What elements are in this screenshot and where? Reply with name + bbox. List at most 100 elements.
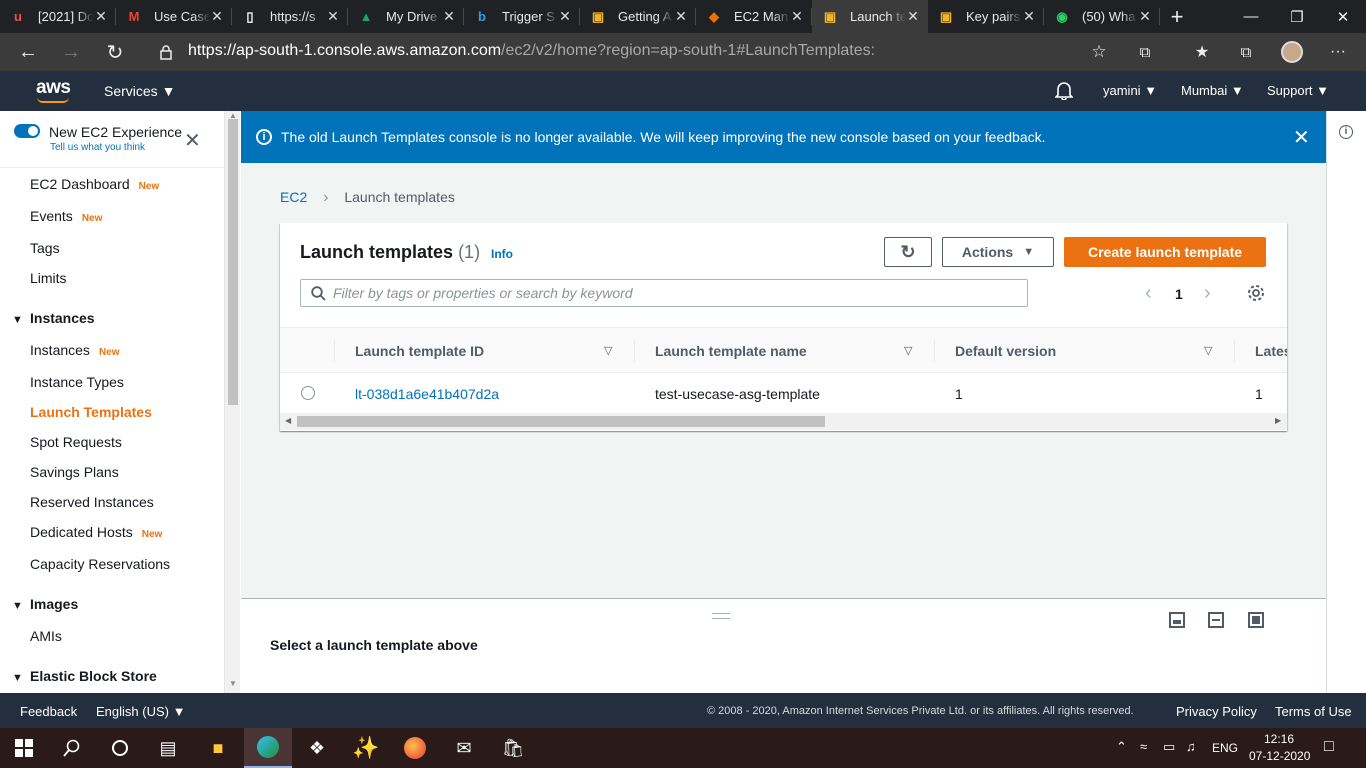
browser-tab[interactable]: ◆ EC2 Man ✕: [696, 0, 812, 33]
tray-expand-icon[interactable]: ⌃: [1116, 739, 1127, 755]
refresh-button[interactable]: ↻: [884, 237, 932, 267]
address-bar[interactable]: https://ap-south-1.console.aws.amazon.co…: [188, 42, 875, 60]
close-tab-icon[interactable]: ✕: [94, 8, 108, 25]
support-menu[interactable]: Support ▼: [1267, 83, 1329, 98]
col-header-latest-version[interactable]: Lates: [1255, 328, 1287, 374]
close-tab-icon[interactable]: ✕: [1138, 8, 1152, 25]
filter-search[interactable]: [300, 279, 1028, 307]
services-menu[interactable]: Services ▼: [104, 83, 175, 99]
browser-tab[interactable]: u [2021] Do ✕: [0, 0, 116, 33]
favorite-star-icon[interactable]: ☆: [1085, 39, 1113, 65]
page-number[interactable]: 1: [1175, 286, 1183, 302]
row-select-radio[interactable]: [301, 386, 315, 400]
gear-icon[interactable]: [1247, 284, 1265, 302]
scroll-left-icon[interactable]: ◀: [285, 416, 291, 425]
sidebar-scroll-thumb[interactable]: [228, 119, 238, 405]
sidebar-item[interactable]: Spot Requests: [30, 434, 122, 450]
restore-icon[interactable]: ❐: [1274, 0, 1320, 33]
lock-icon[interactable]: [152, 39, 180, 65]
dropbox-icon[interactable]: ❖: [293, 728, 341, 768]
volume-icon[interactable]: ♫: [1186, 739, 1196, 754]
close-window-icon[interactable]: ✕: [1320, 0, 1366, 33]
close-tab-icon[interactable]: ✕: [326, 8, 340, 25]
sidebar-item[interactable]: Limits: [30, 270, 67, 286]
firefox-icon[interactable]: [391, 728, 439, 768]
close-tab-icon[interactable]: ✕: [790, 8, 804, 25]
sidebar-item[interactable]: Savings Plans: [30, 464, 119, 480]
sort-icon[interactable]: ▽: [904, 344, 912, 357]
account-menu[interactable]: yamini ▼: [1103, 83, 1157, 98]
prev-page-icon[interactable]: ‹: [1145, 283, 1152, 303]
filter-input[interactable]: [333, 284, 1013, 302]
forward-icon[interactable]: →: [57, 39, 85, 65]
panel-bottom-icon[interactable]: [1169, 612, 1185, 628]
mail-icon[interactable]: ✉: [440, 728, 488, 768]
more-menu-icon[interactable]: ···: [1324, 39, 1352, 65]
resize-handle-icon[interactable]: [712, 613, 730, 619]
close-tab-icon[interactable]: ✕: [558, 8, 572, 25]
panel-side-icon[interactable]: [1208, 612, 1224, 628]
next-page-icon[interactable]: ›: [1204, 283, 1211, 303]
feedback-link[interactable]: Tell us what you think: [50, 142, 145, 153]
sidebar-item[interactable]: Instance Types: [30, 374, 124, 390]
file-explorer-icon[interactable]: ■: [194, 728, 242, 768]
terms-of-use-link[interactable]: Terms of Use: [1275, 704, 1352, 719]
sidebar-item[interactable]: Instances New: [30, 342, 120, 358]
close-sidebar-icon[interactable]: ✕: [184, 131, 201, 151]
sidebar-section[interactable]: ▼ Elastic Block Store: [12, 668, 157, 684]
clock-time[interactable]: 12:16: [1264, 732, 1294, 746]
input-language[interactable]: ENG: [1212, 741, 1238, 755]
col-header-name[interactable]: Launch template name: [655, 328, 807, 374]
close-tab-icon[interactable]: ✕: [210, 8, 224, 25]
minimize-icon[interactable]: —: [1228, 0, 1274, 33]
col-header-id[interactable]: Launch template ID: [355, 328, 484, 374]
wifi-icon[interactable]: ≈: [1140, 739, 1147, 754]
sidebar-item[interactable]: Reserved Instances: [30, 494, 154, 510]
sidebar-section[interactable]: ▼ Instances: [12, 310, 95, 326]
panel-hide-icon[interactable]: [1248, 612, 1264, 628]
back-icon[interactable]: ←: [14, 39, 42, 65]
close-tab-icon[interactable]: ✕: [906, 8, 920, 25]
col-header-default-version[interactable]: Default version: [955, 328, 1056, 374]
new-experience-toggle[interactable]: [14, 124, 40, 138]
breadcrumb-ec2[interactable]: EC2: [280, 189, 307, 205]
sidebar-item[interactable]: Events New: [30, 208, 102, 224]
table-row[interactable]: lt-038d1a6e41b407d2a test-usecase-asg-te…: [280, 373, 1287, 413]
sidebar-item[interactable]: EC2 Dashboard New: [30, 176, 159, 192]
info-panel-icon[interactable]: i: [1339, 125, 1353, 139]
browser-tab[interactable]: ▲ My Drive ✕: [348, 0, 464, 33]
windows-start-icon[interactable]: [0, 728, 48, 768]
sidebar-item[interactable]: Launch Templates: [30, 404, 152, 420]
search-icon[interactable]: [48, 728, 96, 768]
sort-icon[interactable]: ▽: [604, 344, 612, 357]
cortana-icon[interactable]: [96, 728, 144, 768]
row-template-id-link[interactable]: lt-038d1a6e41b407d2a: [355, 386, 499, 402]
close-tab-icon[interactable]: ✕: [442, 8, 456, 25]
tabs-icon[interactable]: ⧉: [1232, 39, 1260, 65]
scroll-down-icon[interactable]: ▼: [229, 679, 237, 688]
refresh-icon[interactable]: ↻: [101, 39, 129, 65]
browser-tab[interactable]: ▣ Getting A ✕: [580, 0, 696, 33]
clock-date[interactable]: 07-12-2020: [1249, 749, 1310, 763]
sidebar-item[interactable]: AMIs: [30, 628, 62, 644]
browser-tab[interactable]: ▯ https://s ✕: [232, 0, 348, 33]
close-tab-icon[interactable]: ✕: [1022, 8, 1036, 25]
profile-avatar[interactable]: [1278, 39, 1306, 65]
sidebar-scrollbar[interactable]: ▲ ▼: [224, 111, 240, 693]
sort-icon[interactable]: ▽: [1204, 344, 1212, 357]
browser-tab[interactable]: ◉ (50) Wha ✕: [1044, 0, 1160, 33]
browser-tab[interactable]: M Use Case ✕: [116, 0, 232, 33]
sidebar-item[interactable]: Dedicated Hosts New: [30, 524, 162, 540]
create-launch-template-button[interactable]: Create launch template: [1064, 237, 1266, 267]
browser-tab[interactable]: ▣ Launch te ✕: [812, 0, 928, 33]
region-menu[interactable]: Mumbai ▼: [1181, 83, 1244, 98]
language-selector[interactable]: English (US) ▼: [96, 704, 185, 719]
scroll-right-icon[interactable]: ▶: [1275, 416, 1281, 425]
notifications-icon[interactable]: □: [1324, 738, 1334, 756]
close-tab-icon[interactable]: ✕: [674, 8, 688, 25]
collections-icon[interactable]: ⧉: [1131, 39, 1159, 65]
sidebar-item[interactable]: Tags: [30, 240, 60, 256]
sidebar-item[interactable]: Capacity Reservations: [30, 556, 170, 572]
feedback-button[interactable]: Feedback: [20, 704, 77, 719]
new-tab-icon[interactable]: +: [1160, 0, 1194, 33]
